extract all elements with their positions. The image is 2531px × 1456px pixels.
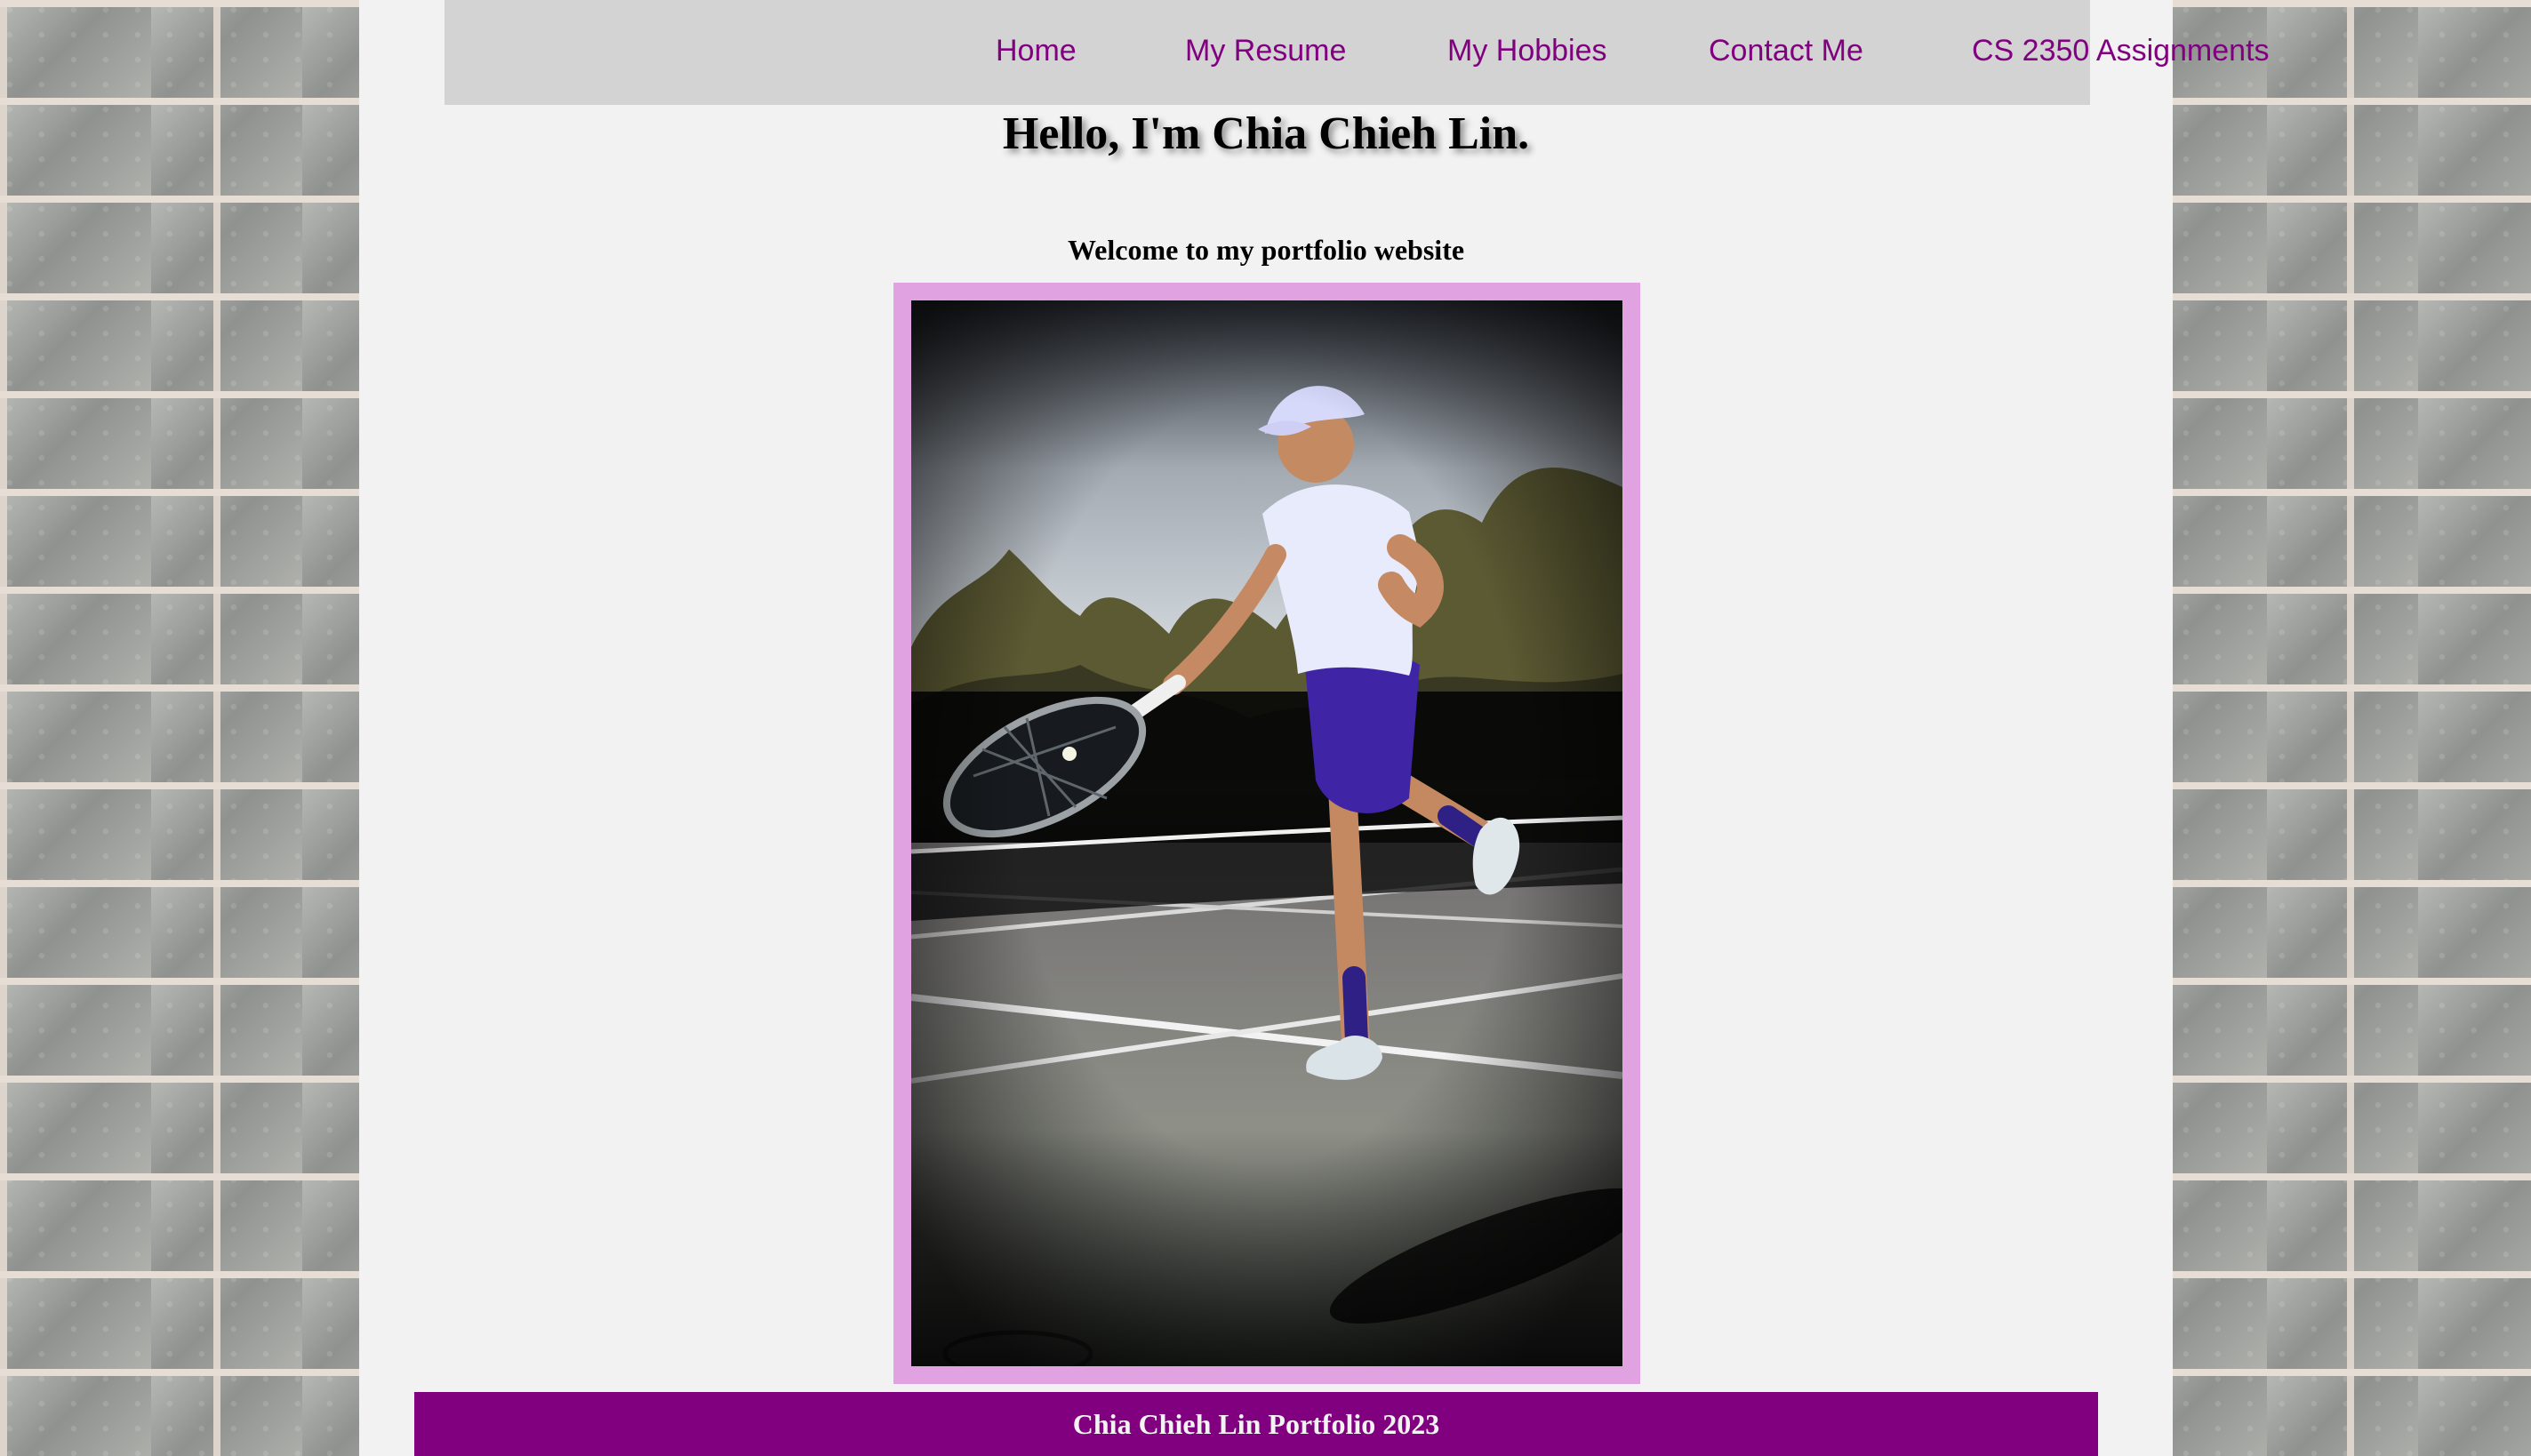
nav-link-my-hobbies[interactable]: My Hobbies <box>1447 29 1607 72</box>
tennis-photo-illustration <box>911 300 1622 1366</box>
nav-link-contact-me[interactable]: Contact Me <box>1709 29 1863 72</box>
nav-link-my-resume[interactable]: My Resume <box>1185 29 1346 72</box>
page-title: Hello, I'm Chia Chieh Lin. <box>1002 108 1530 159</box>
navigation-list: Home My Resume My Hobbies Contact Me CS … <box>445 0 2270 105</box>
photo-vignette <box>911 300 1622 1366</box>
tennis-player-photo <box>911 300 1622 1366</box>
welcome-subtitle: Welcome to my portfolio website <box>1067 234 1465 266</box>
footer-copyright: Chia Chieh Lin Portfolio 2023 <box>1072 1408 1440 1440</box>
portfolio-photo-frame <box>893 283 1640 1384</box>
top-navigation: Home My Resume My Hobbies Contact Me CS … <box>445 0 2270 105</box>
nav-link-home[interactable]: Home <box>996 29 1077 72</box>
page-container: Home My Resume My Hobbies Contact Me CS … <box>359 0 2270 1456</box>
site-footer: Chia Chieh Lin Portfolio 2023 <box>414 1392 2098 1456</box>
nav-link-cs-2350-assignments[interactable]: CS 2350 Assignments <box>1972 29 2270 72</box>
